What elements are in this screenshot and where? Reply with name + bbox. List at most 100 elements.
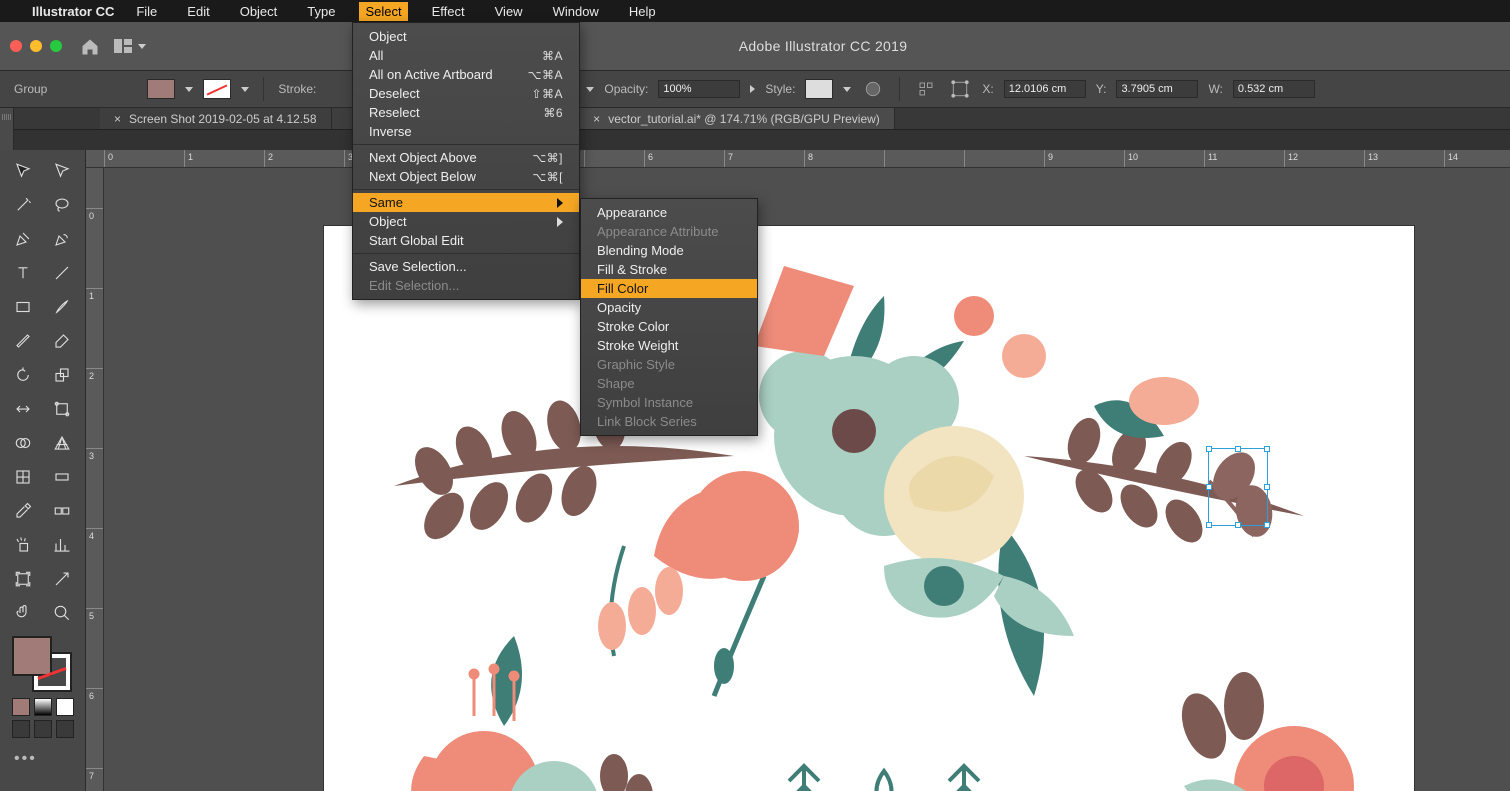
menu-item-object-heading[interactable]: Object bbox=[353, 27, 579, 46]
edit-toolbar-icon[interactable]: ••• bbox=[14, 750, 81, 768]
eraser-tool[interactable] bbox=[44, 326, 82, 356]
menu-help[interactable]: Help bbox=[623, 2, 662, 21]
curvature-tool[interactable] bbox=[44, 224, 82, 254]
color-mode-none[interactable] bbox=[56, 698, 74, 716]
maximize-window-button[interactable] bbox=[50, 40, 62, 52]
opacity-value[interactable]: 100% bbox=[658, 80, 740, 98]
submenu-fill-color[interactable]: Fill Color bbox=[581, 279, 757, 298]
recolor-artwork-icon[interactable] bbox=[861, 77, 885, 101]
transform-icon[interactable] bbox=[948, 77, 972, 101]
document-tab[interactable]: × Screen Shot 2019-02-05 at 4.12.58 bbox=[100, 108, 332, 129]
menu-item-inverse[interactable]: Inverse bbox=[353, 122, 579, 141]
screen-mode-row bbox=[12, 720, 81, 738]
minimize-window-button[interactable] bbox=[30, 40, 42, 52]
width-tool[interactable] bbox=[4, 394, 42, 424]
window-controls bbox=[10, 40, 62, 52]
rotate-tool[interactable] bbox=[4, 360, 42, 390]
style-label[interactable]: Style: bbox=[765, 82, 795, 96]
perspective-grid-tool[interactable] bbox=[44, 428, 82, 458]
pen-tool[interactable] bbox=[4, 224, 42, 254]
artboard[interactable] bbox=[324, 226, 1414, 791]
menu-item-deselect[interactable]: Deselect⇧⌘A bbox=[353, 84, 579, 103]
eyedropper-tool[interactable] bbox=[4, 496, 42, 526]
menu-type[interactable]: Type bbox=[301, 2, 341, 21]
rectangle-tool[interactable] bbox=[4, 292, 42, 322]
arrange-documents-button[interactable] bbox=[114, 39, 146, 53]
submenu-stroke-color[interactable]: Stroke Color bbox=[581, 317, 757, 336]
selection-tool[interactable] bbox=[4, 156, 42, 186]
gradient-tool[interactable] bbox=[44, 462, 82, 492]
line-tool[interactable] bbox=[44, 258, 82, 288]
draw-normal[interactable] bbox=[12, 720, 30, 738]
shape-builder-tool[interactable] bbox=[4, 428, 42, 458]
artboard-tool[interactable] bbox=[4, 564, 42, 594]
lasso-tool[interactable] bbox=[44, 190, 82, 220]
color-mode-solid[interactable] bbox=[12, 698, 30, 716]
x-value[interactable]: 12.0106 cm bbox=[1004, 80, 1086, 98]
menu-view[interactable]: View bbox=[489, 2, 529, 21]
selection-bounding-box[interactable] bbox=[1208, 448, 1268, 526]
fill-indicator[interactable] bbox=[12, 636, 52, 676]
menu-item-all-artboard[interactable]: All on Active Artboard⌥⌘A bbox=[353, 65, 579, 84]
chevron-right-icon[interactable] bbox=[750, 85, 755, 93]
fill-stroke-indicator[interactable] bbox=[12, 636, 72, 692]
shaper-tool[interactable] bbox=[4, 326, 42, 356]
submenu-appearance[interactable]: Appearance bbox=[581, 203, 757, 222]
menu-object[interactable]: Object bbox=[234, 2, 284, 21]
menu-select[interactable]: Select bbox=[359, 2, 407, 21]
menu-item-next-above[interactable]: Next Object Above⌥⌘] bbox=[353, 148, 579, 167]
menu-item-object-sub[interactable]: Object bbox=[353, 212, 579, 231]
menu-item-next-below[interactable]: Next Object Below⌥⌘[ bbox=[353, 167, 579, 186]
column-graph-tool[interactable] bbox=[44, 530, 82, 560]
draw-behind[interactable] bbox=[34, 720, 52, 738]
chevron-down-icon[interactable] bbox=[241, 87, 249, 92]
slice-tool[interactable] bbox=[44, 564, 82, 594]
hand-tool[interactable] bbox=[4, 598, 42, 628]
submenu-blending[interactable]: Blending Mode bbox=[581, 241, 757, 260]
menu-window[interactable]: Window bbox=[547, 2, 605, 21]
zoom-tool[interactable] bbox=[44, 598, 82, 628]
magic-wand-tool[interactable] bbox=[4, 190, 42, 220]
direct-selection-tool[interactable] bbox=[44, 156, 82, 186]
draw-inside[interactable] bbox=[56, 720, 74, 738]
w-value[interactable]: 0.532 cm bbox=[1233, 80, 1315, 98]
fill-swatch[interactable] bbox=[147, 79, 175, 99]
color-mode-gradient[interactable] bbox=[34, 698, 52, 716]
chevron-down-icon[interactable] bbox=[843, 87, 851, 92]
opacity-label[interactable]: Opacity: bbox=[604, 82, 648, 96]
type-tool[interactable] bbox=[4, 258, 42, 288]
menu-edit[interactable]: Edit bbox=[181, 2, 215, 21]
align-icon[interactable] bbox=[914, 77, 938, 101]
chevron-down-icon[interactable] bbox=[185, 87, 193, 92]
ruler-vertical[interactable]: 0 1 2 3 4 5 6 7 bbox=[86, 168, 104, 791]
submenu-opacity[interactable]: Opacity bbox=[581, 298, 757, 317]
app-name[interactable]: Illustrator CC bbox=[32, 4, 114, 19]
stroke-swatch[interactable] bbox=[203, 79, 231, 99]
symbol-sprayer-tool[interactable] bbox=[4, 530, 42, 560]
blend-tool[interactable] bbox=[44, 496, 82, 526]
submenu-stroke-weight[interactable]: Stroke Weight bbox=[581, 336, 757, 355]
document-tab-active[interactable]: × vector_tutorial.ai* @ 174.71% (RGB/GPU… bbox=[579, 108, 895, 129]
menu-item-save-selection[interactable]: Save Selection... bbox=[353, 257, 579, 276]
menu-item-same[interactable]: Same bbox=[353, 193, 579, 212]
chevron-down-icon[interactable] bbox=[586, 87, 594, 92]
menu-item-reselect[interactable]: Reselect⌘6 bbox=[353, 103, 579, 122]
free-transform-tool[interactable] bbox=[44, 394, 82, 424]
menu-item-start-global[interactable]: Start Global Edit bbox=[353, 231, 579, 250]
style-swatch[interactable] bbox=[805, 79, 833, 99]
home-icon[interactable] bbox=[80, 37, 100, 55]
mesh-tool[interactable] bbox=[4, 462, 42, 492]
close-tab-icon[interactable]: × bbox=[114, 112, 121, 126]
submenu-fill-stroke[interactable]: Fill & Stroke bbox=[581, 260, 757, 279]
scale-tool[interactable] bbox=[44, 360, 82, 390]
menu-item-all[interactable]: All⌘A bbox=[353, 46, 579, 65]
close-tab-icon[interactable]: × bbox=[593, 112, 600, 126]
paintbrush-tool[interactable] bbox=[44, 292, 82, 322]
menu-file[interactable]: File bbox=[130, 2, 163, 21]
canvas[interactable] bbox=[104, 168, 1510, 791]
stroke-label[interactable]: Stroke: bbox=[278, 82, 316, 96]
close-window-button[interactable] bbox=[10, 40, 22, 52]
ruler-horizontal[interactable]: 0 1 2 3 4 6 7 8 9 10 11 12 13 14 bbox=[86, 150, 1510, 168]
y-value[interactable]: 3.7905 cm bbox=[1116, 80, 1198, 98]
menu-effect[interactable]: Effect bbox=[426, 2, 471, 21]
